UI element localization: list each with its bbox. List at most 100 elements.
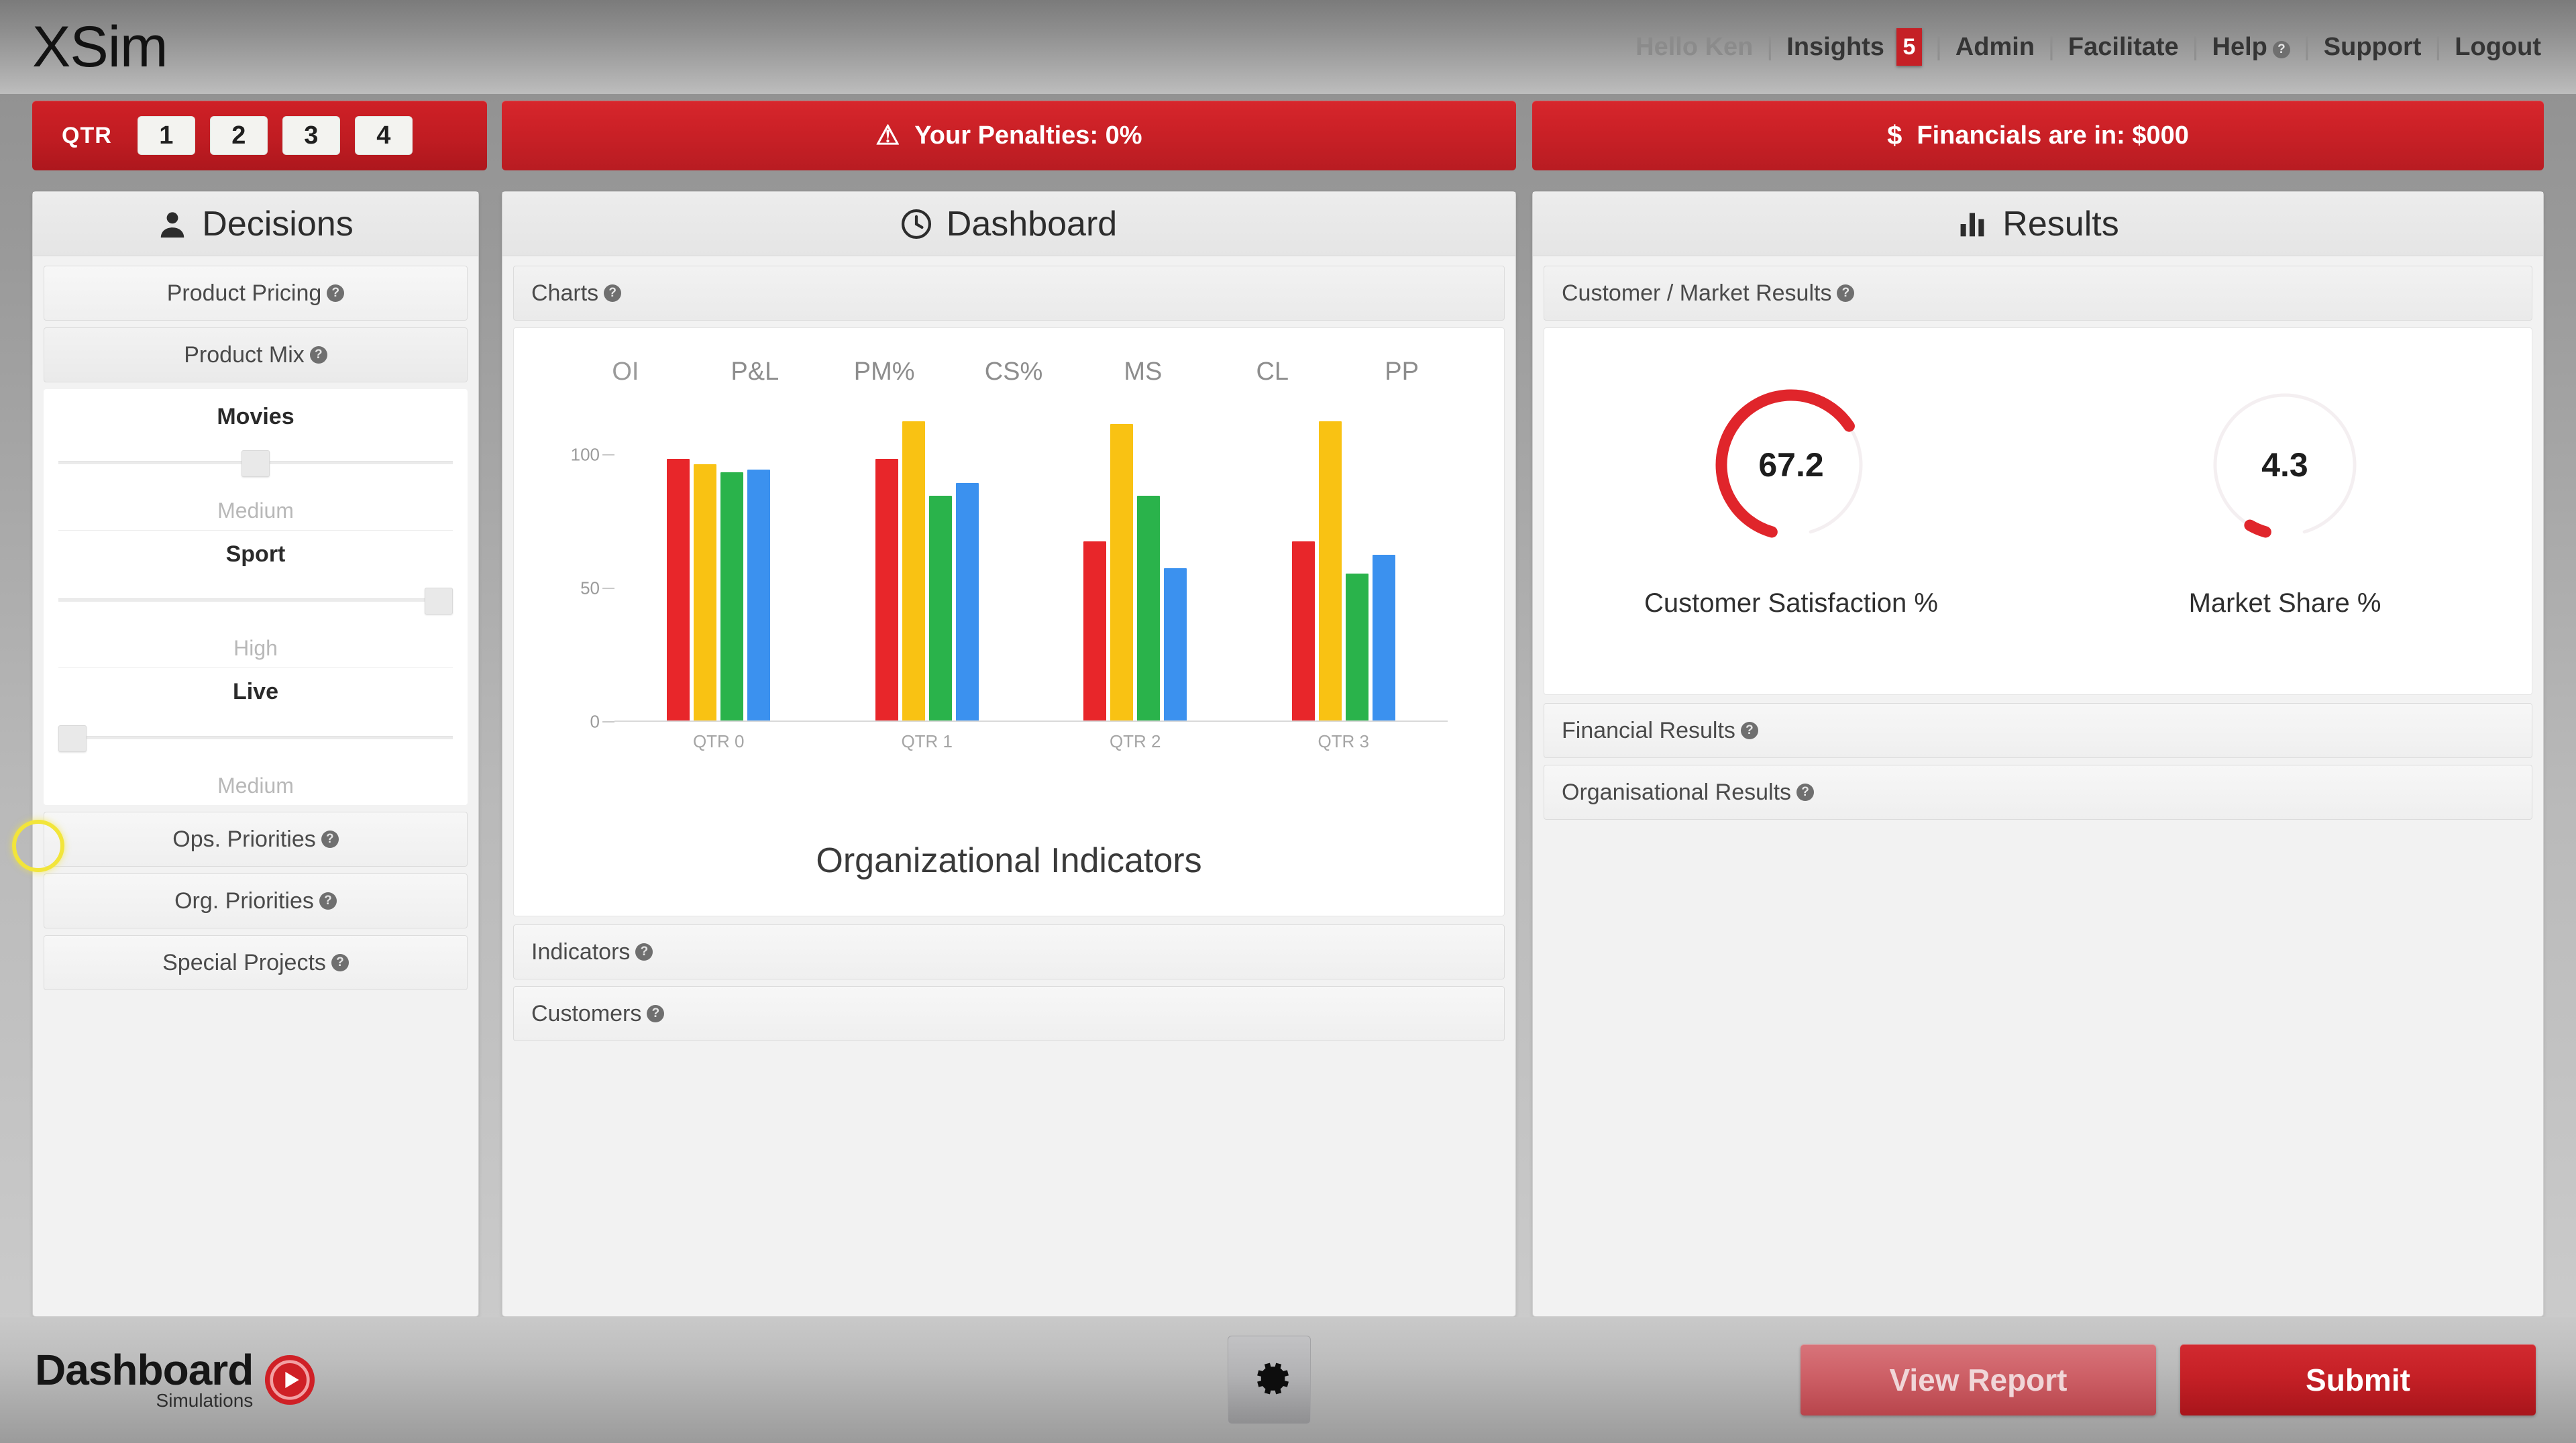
chart-tab-cs[interactable]: CS% bbox=[949, 358, 1079, 386]
bar-group bbox=[1240, 407, 1448, 720]
bar[interactable] bbox=[1137, 496, 1161, 720]
nav-item-insights[interactable]: Insights bbox=[1786, 33, 1884, 62]
quarter-button-1[interactable]: 1 bbox=[137, 116, 195, 155]
nav-item-admin[interactable]: Admin bbox=[1955, 33, 2035, 62]
gauge-value: 67.2 bbox=[1758, 446, 1824, 484]
slider-track[interactable] bbox=[58, 736, 453, 739]
chart-tab-cl[interactable]: CL bbox=[1208, 358, 1337, 386]
nav-item-support[interactable]: Support bbox=[2324, 33, 2422, 62]
nav-item-facilitate[interactable]: Facilitate bbox=[2068, 33, 2179, 62]
slider-label-sport: Sport bbox=[225, 541, 286, 567]
help-icon[interactable]: ? bbox=[1796, 784, 1815, 801]
insights-count-badge[interactable]: 5 bbox=[1896, 28, 1922, 66]
x-axis-label: QTR 3 bbox=[1318, 731, 1370, 751]
chart-tab-pm[interactable]: PM% bbox=[820, 358, 949, 386]
results-panel: Results Customer / Market Results ? 67.2… bbox=[1532, 191, 2544, 1317]
bar[interactable] bbox=[1164, 568, 1187, 720]
help-icon[interactable]: ? bbox=[2272, 40, 2290, 58]
section-customer-market-results[interactable]: Customer / Market Results ? bbox=[1544, 266, 2532, 321]
decisions-panel-header: Decisions bbox=[33, 192, 478, 256]
quarter-label: QTR bbox=[62, 122, 112, 148]
bar[interactable] bbox=[928, 496, 952, 720]
x-axis-label: QTR 1 bbox=[901, 731, 953, 751]
section-organisational-results-label: Organisational Results bbox=[1562, 779, 1792, 805]
view-report-button[interactable]: View Report bbox=[1801, 1344, 2156, 1415]
chart-tab-pl[interactable]: P&L bbox=[690, 358, 820, 386]
bar[interactable] bbox=[1345, 573, 1368, 720]
section-indicators[interactable]: Indicators ? bbox=[513, 924, 1505, 979]
section-ops-priorities[interactable]: Ops. Priorities ? bbox=[44, 812, 468, 867]
section-product-mix[interactable]: Product Mix ? bbox=[44, 327, 468, 382]
slider-value-live: Medium bbox=[217, 773, 294, 798]
slider-group-sport: Sport High bbox=[44, 531, 468, 667]
help-icon[interactable]: ? bbox=[1740, 722, 1758, 739]
bar-chart-plot: QTR 0 QTR 1 QTR 2 QTR 3 0 50 100 bbox=[571, 407, 1448, 751]
bar[interactable] bbox=[902, 421, 925, 720]
settings-button[interactable] bbox=[1228, 1336, 1311, 1424]
bar[interactable] bbox=[1083, 541, 1107, 720]
x-axis-label: QTR 2 bbox=[1109, 731, 1161, 751]
help-icon[interactable]: ? bbox=[1837, 284, 1855, 302]
quarter-button-4[interactable]: 4 bbox=[354, 116, 413, 155]
slider-thumb-movies[interactable] bbox=[241, 450, 270, 477]
slider-track[interactable] bbox=[58, 598, 453, 602]
help-icon[interactable]: ? bbox=[331, 954, 349, 971]
section-customers[interactable]: Customers ? bbox=[513, 986, 1505, 1041]
help-icon[interactable]: ? bbox=[321, 831, 339, 848]
slider-sport[interactable] bbox=[58, 582, 453, 619]
nav-separator: | bbox=[2303, 32, 2310, 61]
help-icon[interactable]: ? bbox=[319, 892, 337, 910]
section-financial-results[interactable]: Financial Results ? bbox=[1544, 703, 2532, 758]
clock-icon bbox=[901, 209, 932, 239]
nav-separator: | bbox=[2048, 32, 2055, 61]
slider-movies[interactable] bbox=[58, 445, 453, 481]
x-axis-label: QTR 0 bbox=[692, 731, 745, 751]
dashboard-panel: Dashboard Charts ? OI P&L PM% CS% MS CL PP QTR… bbox=[502, 191, 1516, 1317]
user-icon bbox=[158, 209, 187, 239]
chart-tab-oi[interactable]: OI bbox=[561, 358, 690, 386]
submit-button[interactable]: Submit bbox=[2180, 1344, 2536, 1415]
chart-card: OI P&L PM% CS% MS CL PP QTR 0 QTR 1 QTR 2 QTR 3 0… bbox=[513, 327, 1505, 916]
quarter-button-2[interactable]: 2 bbox=[209, 116, 268, 155]
help-icon[interactable]: ? bbox=[309, 346, 327, 364]
section-customer-market-results-label: Customer / Market Results bbox=[1562, 280, 1832, 306]
decisions-body: Product Pricing ? Product Mix ? Movies Me… bbox=[33, 256, 478, 1008]
decisions-title: Decisions bbox=[202, 204, 354, 244]
nav-item-logout[interactable]: Logout bbox=[2455, 33, 2541, 62]
nav-separator: | bbox=[2192, 32, 2199, 61]
bar[interactable] bbox=[1291, 541, 1315, 720]
y-axis-tick-mark bbox=[602, 453, 614, 456]
penalties-text: Your Penalties: 0% bbox=[914, 121, 1142, 150]
chart-tab-strip: OI P&L PM% CS% MS CL PP bbox=[514, 328, 1504, 393]
bar[interactable] bbox=[1372, 555, 1395, 720]
slider-live[interactable] bbox=[58, 720, 453, 756]
quarter-button-3[interactable]: 3 bbox=[282, 116, 340, 155]
section-product-pricing[interactable]: Product Pricing ? bbox=[44, 266, 468, 321]
bar[interactable] bbox=[720, 472, 744, 720]
bar[interactable] bbox=[667, 458, 690, 720]
bar[interactable] bbox=[694, 464, 717, 720]
dashboard-title: Dashboard bbox=[946, 204, 1118, 244]
section-financial-results-label: Financial Results bbox=[1562, 717, 1735, 743]
chart-tab-pp[interactable]: PP bbox=[1337, 358, 1466, 386]
help-icon[interactable]: ? bbox=[635, 943, 653, 961]
y-axis-tick-mark bbox=[602, 721, 614, 723]
section-special-projects[interactable]: Special Projects ? bbox=[44, 935, 468, 990]
bar[interactable] bbox=[875, 458, 898, 720]
section-charts[interactable]: Charts ? bbox=[513, 266, 1505, 321]
slider-thumb-sport[interactable] bbox=[425, 588, 453, 614]
help-icon[interactable]: ? bbox=[647, 1005, 665, 1022]
bar[interactable] bbox=[1110, 423, 1134, 720]
nav-item-help[interactable]: Help? bbox=[2212, 33, 2290, 62]
x-axis-line bbox=[614, 720, 1448, 722]
bar[interactable] bbox=[747, 469, 771, 720]
section-org-priorities[interactable]: Org. Priorities ? bbox=[44, 873, 468, 928]
bar[interactable] bbox=[1318, 421, 1342, 720]
section-organisational-results[interactable]: Organisational Results ? bbox=[1544, 765, 2532, 820]
chart-tab-ms[interactable]: MS bbox=[1078, 358, 1208, 386]
help-icon[interactable]: ? bbox=[327, 284, 345, 302]
bar[interactable] bbox=[955, 482, 979, 720]
slider-thumb-live[interactable] bbox=[58, 725, 87, 752]
help-icon[interactable]: ? bbox=[604, 284, 622, 302]
section-ops-priorities-label: Ops. Priorities bbox=[172, 826, 316, 852]
